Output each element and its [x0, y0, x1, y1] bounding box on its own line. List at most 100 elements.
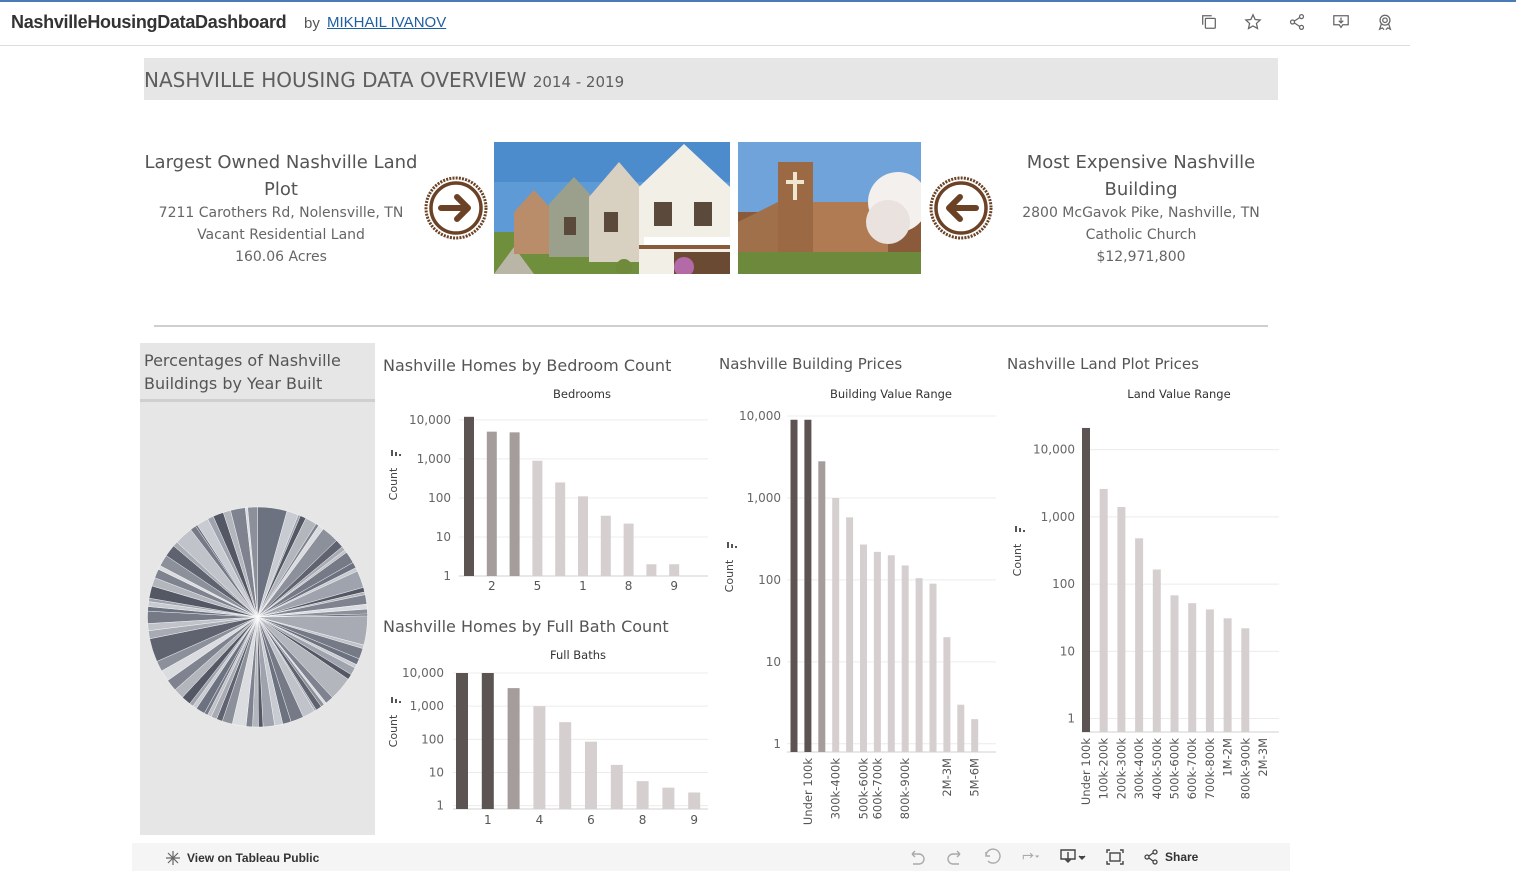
sort-icon[interactable]	[1015, 526, 1025, 532]
bar[interactable]	[610, 764, 623, 809]
arrow-left-icon	[929, 176, 993, 240]
y-tick-label: 1,000	[747, 491, 781, 505]
sort-icon[interactable]	[727, 542, 737, 548]
undo-icon[interactable]	[907, 848, 927, 866]
bar[interactable]	[585, 741, 597, 809]
share-button[interactable]: Share	[1143, 848, 1198, 866]
bar[interactable]	[636, 781, 649, 809]
bedroom-chart-title: Nashville Homes by Bedroom Count	[383, 356, 672, 375]
bar[interactable]	[832, 497, 840, 752]
chart-header: Land Value Range	[1127, 387, 1230, 401]
bar[interactable]	[688, 792, 701, 809]
share-icon[interactable]	[1288, 12, 1306, 32]
bar[interactable]	[456, 673, 468, 809]
x-tick-label: 1	[579, 579, 587, 593]
bar[interactable]	[873, 551, 881, 752]
x-tick-label: 800k-900k	[1238, 738, 1252, 800]
bar[interactable]	[846, 517, 854, 752]
bar[interactable]	[915, 578, 923, 752]
bar[interactable]	[860, 544, 867, 752]
bar[interactable]	[1223, 618, 1232, 732]
bar[interactable]	[623, 523, 634, 576]
y-tick-label: 10	[766, 655, 781, 669]
bar[interactable]	[533, 706, 546, 809]
bar[interactable]	[1117, 507, 1126, 732]
bar[interactable]	[1188, 603, 1197, 732]
redo-icon[interactable]	[945, 848, 965, 866]
y-tick-label: 100	[1052, 577, 1075, 591]
feature-address: 2800 McGavok Pike, Nashville, TN	[1022, 205, 1260, 221]
full-bath-count-chart[interactable]: Full Baths 10,000 1,000 100 10 1 Count 1 4 6 8 9	[383, 641, 713, 836]
bar[interactable]	[669, 564, 680, 576]
x-tick-label: 5M-6M	[968, 758, 982, 797]
sort-icon[interactable]	[391, 450, 401, 456]
bar[interactable]	[1170, 595, 1179, 732]
bar[interactable]	[790, 419, 798, 752]
fullscreen-icon[interactable]	[1105, 848, 1125, 866]
bar[interactable]	[1135, 538, 1144, 732]
bar[interactable]	[887, 555, 895, 752]
land-plot-prices-chart[interactable]: Land Value Range 10,000 1,000 100 10 1 Count Un…	[1007, 380, 1285, 810]
church-photo	[738, 142, 921, 274]
bar[interactable]	[971, 719, 979, 752]
bedroom-count-chart[interactable]: Bedrooms 10,000 1,000 100 10 1 Count 2 5 1 8 9	[383, 380, 713, 600]
year-built-pie-chart[interactable]	[140, 503, 375, 738]
sort-icon[interactable]	[391, 697, 401, 703]
bar[interactable]	[1082, 427, 1090, 732]
bar[interactable]	[481, 673, 494, 809]
x-tick-label: 400k-500k	[1150, 738, 1164, 800]
banner-title: NASHVILLE HOUSING DATA OVERVIEW	[144, 68, 527, 92]
revert-icon[interactable]	[983, 848, 1003, 866]
bar[interactable]	[1152, 569, 1161, 732]
chart-header: Building Value Range	[830, 387, 952, 401]
download-icon[interactable]	[1059, 848, 1087, 866]
x-tick-label: 1	[484, 813, 492, 827]
x-tick-label: 2	[488, 579, 496, 593]
bar[interactable]	[646, 564, 657, 576]
bar[interactable]	[929, 583, 937, 752]
bar[interactable]	[532, 460, 543, 576]
y-tick-label: 1	[1067, 712, 1075, 726]
bar[interactable]	[486, 431, 497, 576]
bar[interactable]	[507, 688, 520, 809]
y-tick-label: 10	[1060, 644, 1075, 658]
pie-chart-title: Percentages of Nashville Buildings by Ye…	[144, 351, 341, 393]
bar[interactable]	[1205, 609, 1214, 732]
bar[interactable]	[818, 461, 826, 752]
x-tick-label: 200k-300k	[1114, 738, 1128, 800]
toolbar-actions: Share	[907, 848, 1198, 866]
feature-title: Most Expensive Nashville Building	[1026, 152, 1256, 200]
townhouses-photo	[494, 142, 730, 274]
x-tick-label: 500k-600k	[1168, 738, 1182, 800]
bar[interactable]	[555, 482, 566, 576]
bar[interactable]	[662, 787, 675, 809]
bar[interactable]	[464, 416, 474, 576]
bar[interactable]	[957, 704, 965, 752]
star-icon[interactable]	[1244, 12, 1262, 32]
badge-icon[interactable]	[1376, 12, 1394, 32]
refresh-icon[interactable]	[1021, 848, 1041, 866]
bar[interactable]	[559, 722, 572, 809]
author-link[interactable]: MIKHAIL IVANOV	[327, 14, 446, 31]
y-axis-label: Count	[1011, 543, 1024, 576]
bar[interactable]	[804, 419, 812, 752]
bar[interactable]	[1099, 488, 1108, 732]
bar[interactable]	[600, 515, 611, 576]
bar[interactable]	[901, 565, 909, 752]
tableau-toolbar: View on Tableau Public Share	[132, 843, 1290, 871]
y-tick-label: 1	[773, 737, 781, 751]
view-on-tableau-link[interactable]: View on Tableau Public	[165, 850, 319, 866]
feature-value: $12,971,800	[1096, 249, 1186, 265]
x-tick-label: 4	[536, 813, 544, 827]
comment-icon[interactable]	[1332, 12, 1350, 32]
copy-icon[interactable]	[1200, 12, 1218, 32]
bar[interactable]	[943, 637, 951, 752]
y-tick-label: 10,000	[409, 413, 451, 427]
bar[interactable]	[1241, 628, 1250, 732]
chart-header: Full Baths	[550, 648, 606, 662]
y-tick-label: 100	[428, 491, 451, 505]
building-prices-chart[interactable]: Building Value Range 10,000 1,000 100 10 1 Cou…	[719, 380, 1001, 830]
x-tick-label: 1M-2M	[1221, 738, 1235, 777]
bar[interactable]	[578, 496, 588, 576]
bar[interactable]	[509, 432, 520, 576]
